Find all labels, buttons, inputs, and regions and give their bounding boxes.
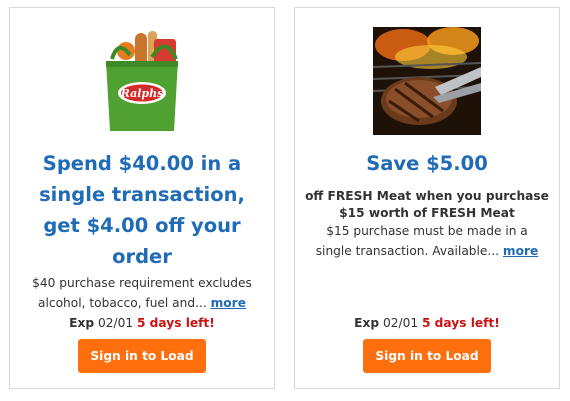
subhead-line: $15 worth of FRESH Meat (339, 206, 515, 220)
exp-label: Exp (354, 316, 380, 330)
headline-line: single transaction, (39, 183, 245, 206)
coupon-headline: Spend $40.00 in a single transaction, ge… (18, 148, 266, 272)
headline-line: get $4.00 off your (43, 214, 241, 237)
grocery-bag-image: Ralphs (88, 27, 196, 135)
exp-label: Exp (69, 316, 95, 330)
exp-date: 02/01 (97, 316, 134, 330)
headline-line: Save $5.00 (366, 152, 488, 175)
subhead-line: off FRESH Meat when you purchase (305, 189, 549, 203)
description-text: alcohol, tobacco, fuel and... (38, 296, 207, 310)
days-left: 5 days left! (421, 316, 500, 330)
sign-in-to-load-button[interactable]: Sign in to Load (78, 339, 206, 373)
more-link[interactable]: more (211, 296, 246, 310)
description-line: single transaction. Available... more (301, 241, 553, 261)
coupon-description: $15 purchase must be made in a single tr… (301, 221, 553, 261)
expiration-info: Exp 02/01 5 days left! (295, 316, 559, 330)
coupon-image (373, 27, 481, 135)
days-left: 5 days left! (136, 316, 215, 330)
sign-in-to-load-button[interactable]: Sign in to Load (363, 339, 491, 373)
description-text: single transaction. Available... (315, 244, 500, 258)
coupon-headline: Save $5.00 (303, 148, 551, 179)
more-link[interactable]: more (503, 244, 538, 258)
coupon-subheadline: off FRESH Meat when you purchase $15 wor… (301, 188, 553, 222)
description-line: alcohol, tobacco, fuel and... more (16, 293, 268, 313)
exp-date: 02/01 (382, 316, 419, 330)
coupon-description: $40 purchase requirement excludes alcoho… (16, 273, 268, 313)
grilled-steak-image (373, 27, 481, 135)
coupon-card: Ralphs Spend $40.00 in a single transact… (9, 7, 275, 389)
description-line: $40 purchase requirement excludes (32, 276, 252, 290)
coupon-image: Ralphs (88, 27, 196, 135)
description-line: $15 purchase must be made in a (326, 224, 528, 238)
expiration-info: Exp 02/01 5 days left! (10, 316, 274, 330)
headline-line: Spend $40.00 in a (42, 152, 242, 175)
headline-line: order (112, 245, 172, 268)
ralphs-logo: Ralphs (120, 87, 164, 100)
coupon-card: Save $5.00 off FRESH Meat when you purch… (294, 7, 560, 389)
